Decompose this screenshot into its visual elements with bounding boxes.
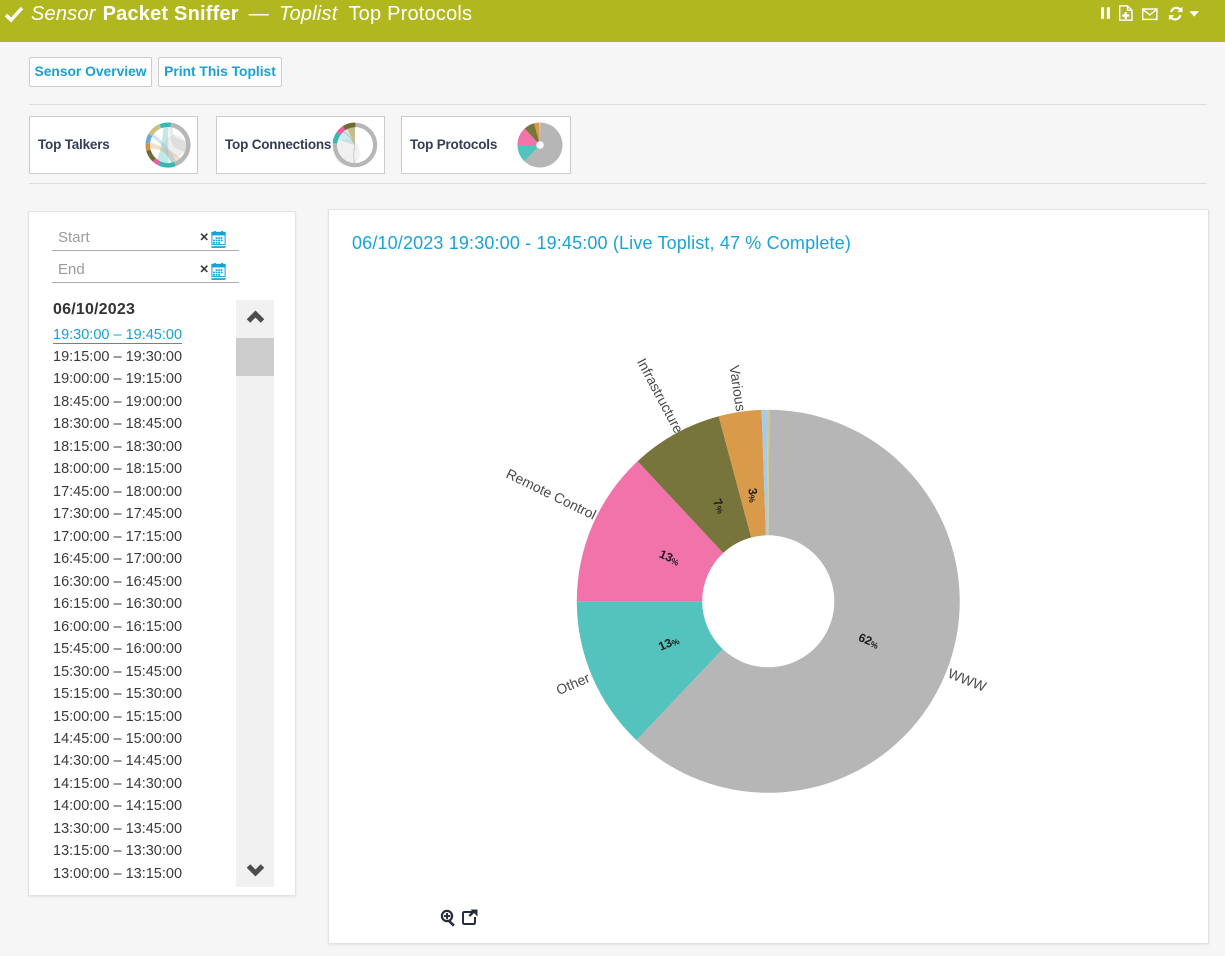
svg-text:Infrastructure: Infrastructure [634,355,687,436]
svg-text:Other: Other [554,669,593,698]
svg-text:Various: Various [726,364,749,412]
svg-text:Remote Control: Remote Control [504,465,599,522]
svg-text:WWW: WWW [946,665,989,695]
